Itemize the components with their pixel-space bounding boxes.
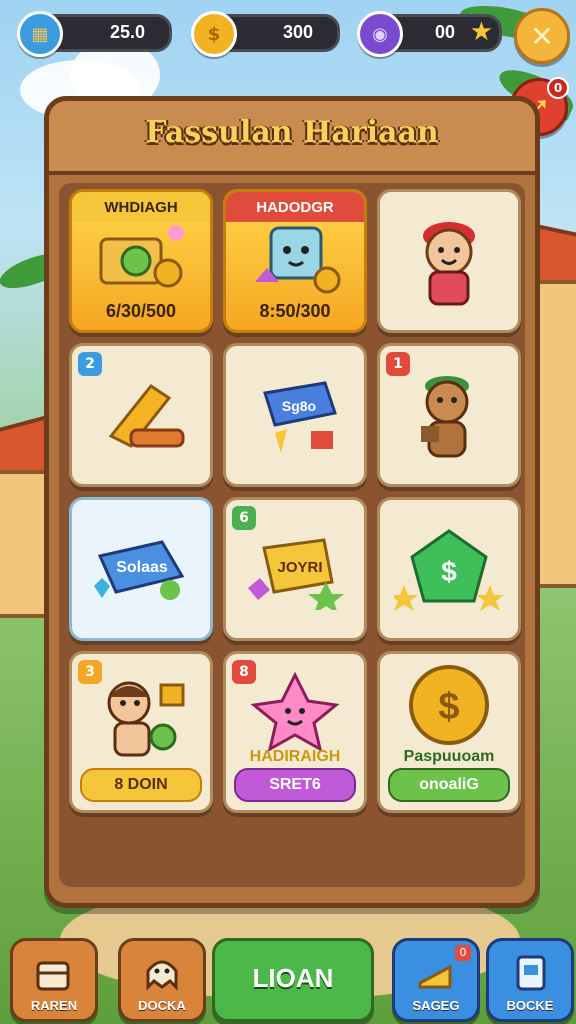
nav-label: SAGEG <box>412 998 460 1013</box>
gold-coin-icon: $ <box>404 663 494 751</box>
panel-title: Fassulan Hariaan <box>145 115 439 150</box>
yellow-gem-label: JOYRI <box>277 559 322 576</box>
nav-main-label: LIOAN <box>252 963 334 993</box>
card-badge: 2 <box>78 352 102 376</box>
horn-item-icon <box>91 376 191 460</box>
reward-card-1[interactable]: WHDIAGH 6/30/500 <box>69 189 213 333</box>
close-button[interactable]: ✕ <box>514 8 570 64</box>
blue-gem-item-icon: Sg8o <box>245 373 345 463</box>
reward-card-3[interactable] <box>377 189 521 333</box>
reward-card-12[interactable]: $ Paspuuoam onoaliG <box>377 651 521 813</box>
nav-label: BOCKE <box>506 998 554 1013</box>
gem-icon: ◉ <box>357 11 403 57</box>
nav-raren-button[interactable]: RAREN <box>10 938 98 1022</box>
crate-icon: ▦ <box>17 11 63 57</box>
boy-character-icon <box>404 212 494 316</box>
reward-card-5[interactable]: Sg8o <box>223 343 367 487</box>
gem-counter[interactable]: ◉ 00 ★ <box>357 11 502 57</box>
coin-dollar-sign: $ <box>438 686 459 728</box>
yellow-gem-item-icon: JOYRI <box>240 530 350 614</box>
ghost-icon <box>142 953 182 997</box>
card-icon <box>510 953 550 997</box>
card-caption: Paspuuoam <box>403 748 495 765</box>
card-progress: 8:50/300 <box>259 301 331 321</box>
card-action-label: SRET6 <box>234 768 356 802</box>
card-title: WHDIAGH <box>72 192 210 222</box>
card-action-label: onoaliG <box>388 768 510 802</box>
nav-badge: 0 <box>455 945 471 961</box>
nav-lioan-button[interactable]: LIOAN <box>212 938 374 1022</box>
coin-counter[interactable]: $ 300 <box>191 11 340 57</box>
nav-sageg-button[interactable]: 0 SAGEG <box>392 938 480 1022</box>
gem-value: 00 <box>434 22 455 42</box>
reward-card-9[interactable]: $ <box>377 497 521 641</box>
card-action-label: 8 DOIN <box>80 768 202 802</box>
card-badge: 6 <box>232 506 256 530</box>
blue-crystal-item-icon: Solaas <box>86 530 196 614</box>
panel-header: Fassulan Hariaan <box>49 101 535 175</box>
reward-card-7[interactable]: Solaas <box>69 497 213 641</box>
kid-character-icon <box>91 673 191 767</box>
reward-card-10[interactable]: 3 8 DOIN <box>69 651 213 813</box>
cheese-icon <box>416 953 456 997</box>
box-icon <box>34 953 74 997</box>
coin-icon: $ <box>191 11 237 57</box>
reward-card-8[interactable]: 6 JOYRI <box>223 497 367 641</box>
crystal-label: Solaas <box>116 559 168 576</box>
close-icon: ✕ <box>530 19 554 53</box>
card-title: HADODGR <box>226 192 364 222</box>
crate-value: 25.0 <box>109 22 145 42</box>
nav-label: RAREN <box>30 998 78 1013</box>
cube-character-icon <box>245 222 345 300</box>
reward-card-11[interactable]: 8 HADIRAIGH SRET6 <box>223 651 367 813</box>
nav-bocke-button[interactable]: BOCKE <box>486 938 574 1022</box>
nav-label: DOCKA <box>138 998 186 1013</box>
reward-card-4[interactable]: 2 <box>69 343 213 487</box>
green-dollar-gem-icon: $ <box>390 525 504 619</box>
daily-rewards-panel: Fassulan Hariaan WHDIAGH 6/30/500 HADODG… <box>44 96 540 908</box>
gem-label: Sg8o <box>282 398 316 414</box>
card-progress: 6/30/500 <box>105 301 177 321</box>
notification-badge: 0 <box>547 77 569 99</box>
star-icon: ★ <box>469 17 493 47</box>
reward-card-6[interactable]: 1 <box>377 343 521 487</box>
coin-value: 300 <box>282 22 313 42</box>
crate-counter[interactable]: ▦ 25.0 <box>17 11 172 57</box>
rewards-grid: WHDIAGH 6/30/500 HADODGR 8:50/300 2 Sg8o… <box>59 183 525 887</box>
card-caption: HADIRAIGH <box>249 748 341 765</box>
bear-character-icon <box>401 366 497 470</box>
reward-card-2[interactable]: HADODGR 8:50/300 <box>223 189 367 333</box>
dollar-sign: $ <box>441 556 457 587</box>
nav-docka-button[interactable]: DOCKA <box>118 938 206 1022</box>
crate-reward-icon <box>96 221 186 295</box>
pink-star-character-icon <box>250 671 340 755</box>
